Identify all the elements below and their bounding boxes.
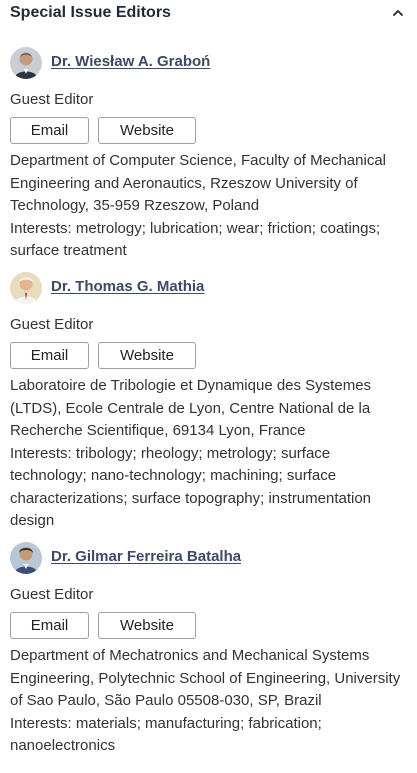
editor-name-link[interactable]: Dr. Thomas G. Mathia	[51, 278, 204, 295]
editor-affiliation: Department of Computer Science, Faculty …	[10, 152, 387, 214]
editor-avatar	[10, 272, 42, 304]
editor-name-link[interactable]: Dr. Gilmar Ferreira Batalha	[51, 548, 241, 565]
chevron-up-icon[interactable]	[391, 6, 405, 20]
website-button[interactable]: Website	[98, 612, 196, 639]
editor-affiliation: Department of Mechatronics and Mechanica…	[10, 647, 401, 709]
website-button[interactable]: Website	[98, 117, 196, 144]
email-button[interactable]: Email	[10, 342, 89, 369]
editor-interests: Interests: tribology; rheology; metrolog…	[10, 444, 372, 530]
editor-role: Guest Editor	[10, 586, 94, 603]
editor-card: Dr. Wiesław A. Graboń Guest Editor Email…	[10, 47, 407, 263]
editor-interests: Interests: metrology; lubrication; wear;…	[10, 219, 381, 260]
email-button[interactable]: Email	[10, 117, 89, 144]
editor-role: Guest Editor	[10, 316, 94, 333]
editor-role: Guest Editor	[10, 91, 94, 108]
editor-card: Dr. Thomas G. Mathia Guest Editor Email …	[10, 272, 407, 533]
email-button[interactable]: Email	[10, 612, 89, 639]
editor-card: Dr. Gilmar Ferreira Batalha Guest Editor…	[10, 542, 407, 758]
editor-interests: Interests: materials; manufacturing; fab…	[10, 714, 322, 755]
editor-name-link[interactable]: Dr. Wiesław A. Graboń	[51, 53, 210, 70]
section-title: Special Issue Editors	[10, 4, 171, 21]
editor-avatar	[10, 542, 42, 574]
editor-avatar	[10, 47, 42, 79]
website-button[interactable]: Website	[98, 342, 196, 369]
section-header[interactable]: Special Issue Editors	[10, 0, 407, 26]
editor-affiliation: Laboratoire de Tribologie et Dynamique d…	[10, 377, 372, 439]
